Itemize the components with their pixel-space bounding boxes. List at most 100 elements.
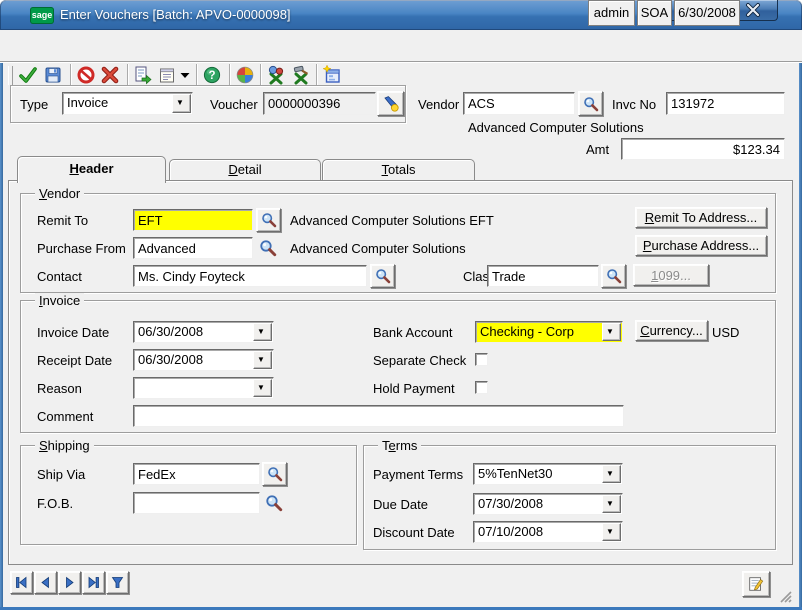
about-icon[interactable] xyxy=(235,65,255,85)
receipt-date-dropdown[interactable]: 06/30/2008 xyxy=(133,349,274,371)
receipt-date-value: 06/30/2008 xyxy=(138,352,254,367)
app-window: sage Enter Vouchers [Batch: APVO-0000098… xyxy=(0,0,802,610)
invoice-date-label: Invoice Date xyxy=(37,325,109,341)
contact-label: Contact xyxy=(37,269,82,285)
first-record-icon xyxy=(15,576,28,589)
fob-field[interactable] xyxy=(133,492,260,514)
sage-logo-icon: sage xyxy=(30,7,54,24)
last-record-button[interactable] xyxy=(82,571,105,594)
filter-icon xyxy=(111,576,124,589)
magnifier-icon xyxy=(606,268,622,284)
ship-via-label: Ship Via xyxy=(37,467,85,483)
chevron-down-icon[interactable] xyxy=(602,495,621,513)
fob-label: F.O.B. xyxy=(37,496,73,512)
previous-record-icon xyxy=(39,576,52,589)
accept-icon[interactable] xyxy=(18,65,38,85)
pen-icon xyxy=(382,95,400,113)
voucher-edit-button[interactable] xyxy=(377,91,404,116)
comment-field[interactable] xyxy=(133,405,624,427)
delete-icon[interactable] xyxy=(100,65,120,85)
last-record-icon xyxy=(87,576,100,589)
edit-notes-button[interactable] xyxy=(742,571,770,597)
vendor-label: Vendor xyxy=(418,97,459,113)
chevron-down-icon[interactable] xyxy=(253,379,272,397)
payment-terms-dropdown[interactable]: 5%TenNet30 xyxy=(473,463,623,485)
discount-date-label: Discount Date xyxy=(373,525,455,541)
bank-account-label: Bank Account xyxy=(373,325,453,341)
cancel-icon[interactable] xyxy=(76,65,96,85)
toolbar-grip xyxy=(8,66,13,85)
due-date-dropdown[interactable]: 07/30/2008 xyxy=(473,493,623,515)
chevron-down-icon[interactable] xyxy=(602,323,621,341)
vendor-group-title: Vendor xyxy=(35,186,84,201)
bank-account-dropdown[interactable]: Checking - Corp xyxy=(475,321,623,343)
chevron-down-icon[interactable] xyxy=(172,94,191,113)
status-user: admin xyxy=(588,0,635,26)
separate-check-checkbox[interactable] xyxy=(475,353,488,366)
class-field[interactable] xyxy=(487,265,599,287)
notes-icon[interactable] xyxy=(157,65,177,85)
separate-check-label: Separate Check xyxy=(373,353,466,369)
purchase-from-lookup-icon[interactable] xyxy=(258,239,278,257)
type-dropdown[interactable]: Invoice xyxy=(62,92,193,115)
invoice-no-field[interactable] xyxy=(666,92,785,115)
save-icon[interactable] xyxy=(43,65,63,85)
voucher-field[interactable] xyxy=(263,92,376,115)
tab-detail[interactable]: Detail xyxy=(169,159,321,180)
copy-voucher-icon[interactable] xyxy=(132,65,152,85)
discount-date-value: 07/10/2008 xyxy=(478,524,603,539)
due-date-value: 07/30/2008 xyxy=(478,496,603,511)
invoice-date-dropdown[interactable]: 06/30/2008 xyxy=(133,321,274,343)
previous-record-button[interactable] xyxy=(34,571,57,594)
ship-via-field[interactable] xyxy=(133,463,260,485)
receipt-date-label: Receipt Date xyxy=(37,353,112,369)
purchase-address-button[interactable]: Purchase Address... xyxy=(635,235,767,256)
vendor-lookup-button[interactable] xyxy=(578,91,603,116)
purchase-from-field[interactable] xyxy=(133,237,253,259)
new-window-icon[interactable] xyxy=(322,65,342,85)
notes-dropdown-icon[interactable] xyxy=(179,65,191,85)
toolbar-separator xyxy=(316,64,317,86)
tools-update-icon[interactable] xyxy=(291,65,311,85)
voucher-label: Voucher xyxy=(210,97,258,113)
contact-lookup-button[interactable] xyxy=(370,264,395,288)
first-record-button[interactable] xyxy=(10,571,33,594)
chevron-down-icon[interactable] xyxy=(602,465,621,483)
ten99-button[interactable]: 1099... xyxy=(633,264,709,286)
remit-to-field[interactable] xyxy=(133,209,253,231)
amt-field[interactable] xyxy=(621,138,785,160)
hold-payment-checkbox[interactable] xyxy=(475,381,488,394)
vendor-field[interactable] xyxy=(463,92,575,115)
contact-field[interactable] xyxy=(133,265,367,287)
remit-to-address-button[interactable]: Remit To Address... xyxy=(635,207,767,228)
ship-via-lookup-button[interactable] xyxy=(262,462,287,486)
chevron-down-icon[interactable] xyxy=(253,351,272,369)
discount-date-dropdown[interactable]: 07/10/2008 xyxy=(473,521,623,543)
resize-grip-icon[interactable] xyxy=(777,588,792,603)
shipping-group-title: Shipping xyxy=(35,438,94,453)
toolbar-separator xyxy=(70,64,71,86)
type-label: Type xyxy=(20,97,48,113)
help-icon[interactable]: ? xyxy=(202,65,222,85)
fob-lookup-icon[interactable] xyxy=(264,494,284,512)
currency-code-text: USD xyxy=(712,325,739,341)
invoice-date-value: 06/30/2008 xyxy=(138,324,254,339)
chevron-down-icon[interactable] xyxy=(602,523,621,541)
remit-to-lookup-button[interactable] xyxy=(256,208,281,232)
magnifier-icon xyxy=(375,268,391,284)
remit-to-label: Remit To xyxy=(37,213,88,229)
class-lookup-button[interactable] xyxy=(601,264,626,288)
tab-totals[interactable]: Totals xyxy=(322,159,475,180)
next-record-button[interactable] xyxy=(58,571,81,594)
amt-label: Amt xyxy=(586,142,609,158)
magnifier-icon xyxy=(583,96,599,112)
filter-button[interactable] xyxy=(106,571,129,594)
currency-button[interactable]: Currency... xyxy=(635,320,708,341)
type-value: Invoice xyxy=(67,95,173,110)
vendor-update-icon[interactable] xyxy=(266,65,286,85)
reason-dropdown[interactable] xyxy=(133,377,274,399)
payment-terms-label: Payment Terms xyxy=(373,467,463,483)
tab-header[interactable]: Header xyxy=(17,156,166,183)
chevron-down-icon[interactable] xyxy=(253,323,272,341)
invoice-group-title: Invoice xyxy=(35,293,84,308)
